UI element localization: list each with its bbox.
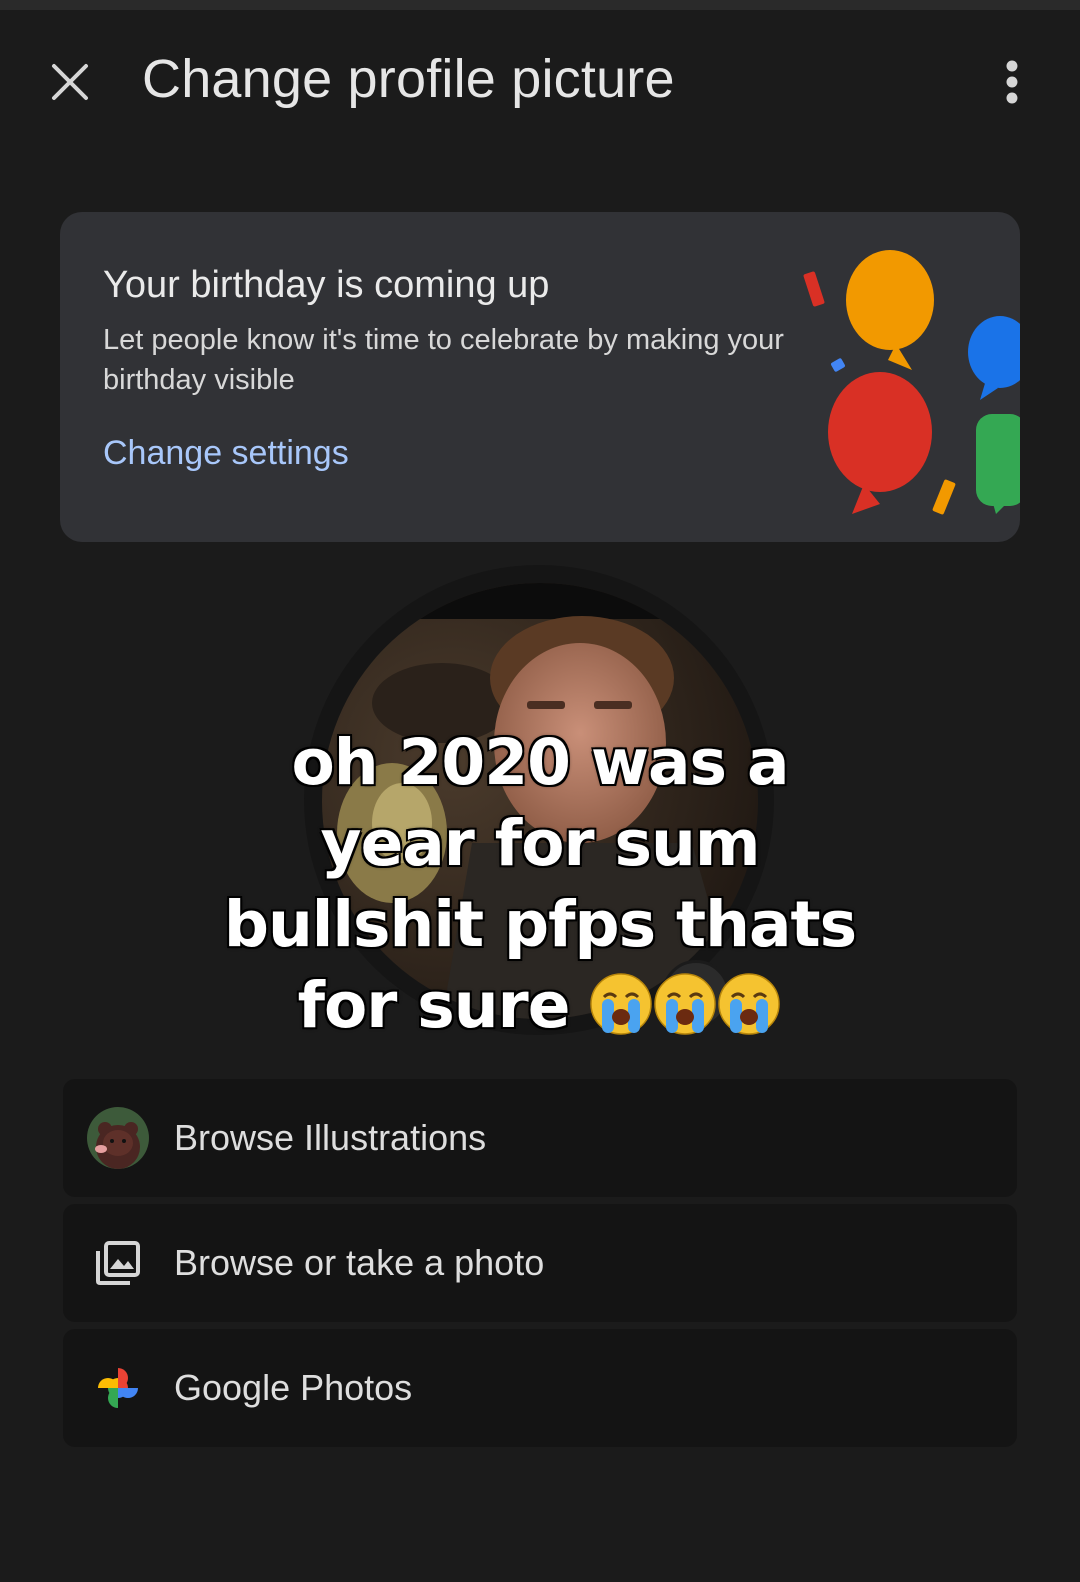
- page-title: Change profile picture: [142, 49, 675, 109]
- balloons-illustration: [803, 250, 1020, 515]
- caption-line-4-text: for sure: [297, 969, 571, 1042]
- more-vert-icon: [1006, 60, 1018, 104]
- google-photos-icon: [87, 1357, 149, 1419]
- app-bar: Change profile picture: [0, 28, 1080, 138]
- overlay-caption: oh 2020 was a year for sum bullshit pfps…: [180, 722, 900, 1046]
- loudly-crying-face-emoji: [718, 973, 781, 1035]
- birthday-card-description: Let people know it's time to celebrate b…: [103, 324, 784, 396]
- google-photos-option[interactable]: Google Photos: [63, 1329, 1017, 1447]
- status-bar-strip: [0, 0, 1080, 10]
- close-icon: [52, 64, 88, 100]
- birthday-card-title: Your birthday is coming up: [103, 264, 550, 306]
- close-button[interactable]: [42, 54, 98, 110]
- change-settings-link[interactable]: Change settings: [103, 434, 349, 473]
- browse-photo-label: Browse or take a photo: [174, 1242, 545, 1283]
- caption-line-1: oh 2020 was a: [291, 726, 790, 799]
- loudly-crying-face-emoji: [654, 973, 717, 1035]
- more-options-button[interactable]: [984, 54, 1040, 110]
- loudly-crying-face-emoji: [590, 973, 653, 1035]
- birthday-card: Your birthday is coming up Let people kn…: [60, 212, 1020, 542]
- caption-line-2: year for sum: [320, 807, 761, 880]
- photo-library-icon: [87, 1232, 149, 1294]
- caption-line-3: bullshit pfps thats: [223, 888, 857, 961]
- google-photos-label: Google Photos: [174, 1367, 413, 1408]
- caption-line-4: for sure: [180, 965, 900, 1046]
- browse-photo-option[interactable]: Browse or take a photo: [63, 1204, 1017, 1322]
- illustration-avatar-icon: [87, 1107, 149, 1169]
- browse-illustrations-option[interactable]: Browse Illustrations: [63, 1079, 1017, 1197]
- browse-illustrations-label: Browse Illustrations: [174, 1117, 487, 1158]
